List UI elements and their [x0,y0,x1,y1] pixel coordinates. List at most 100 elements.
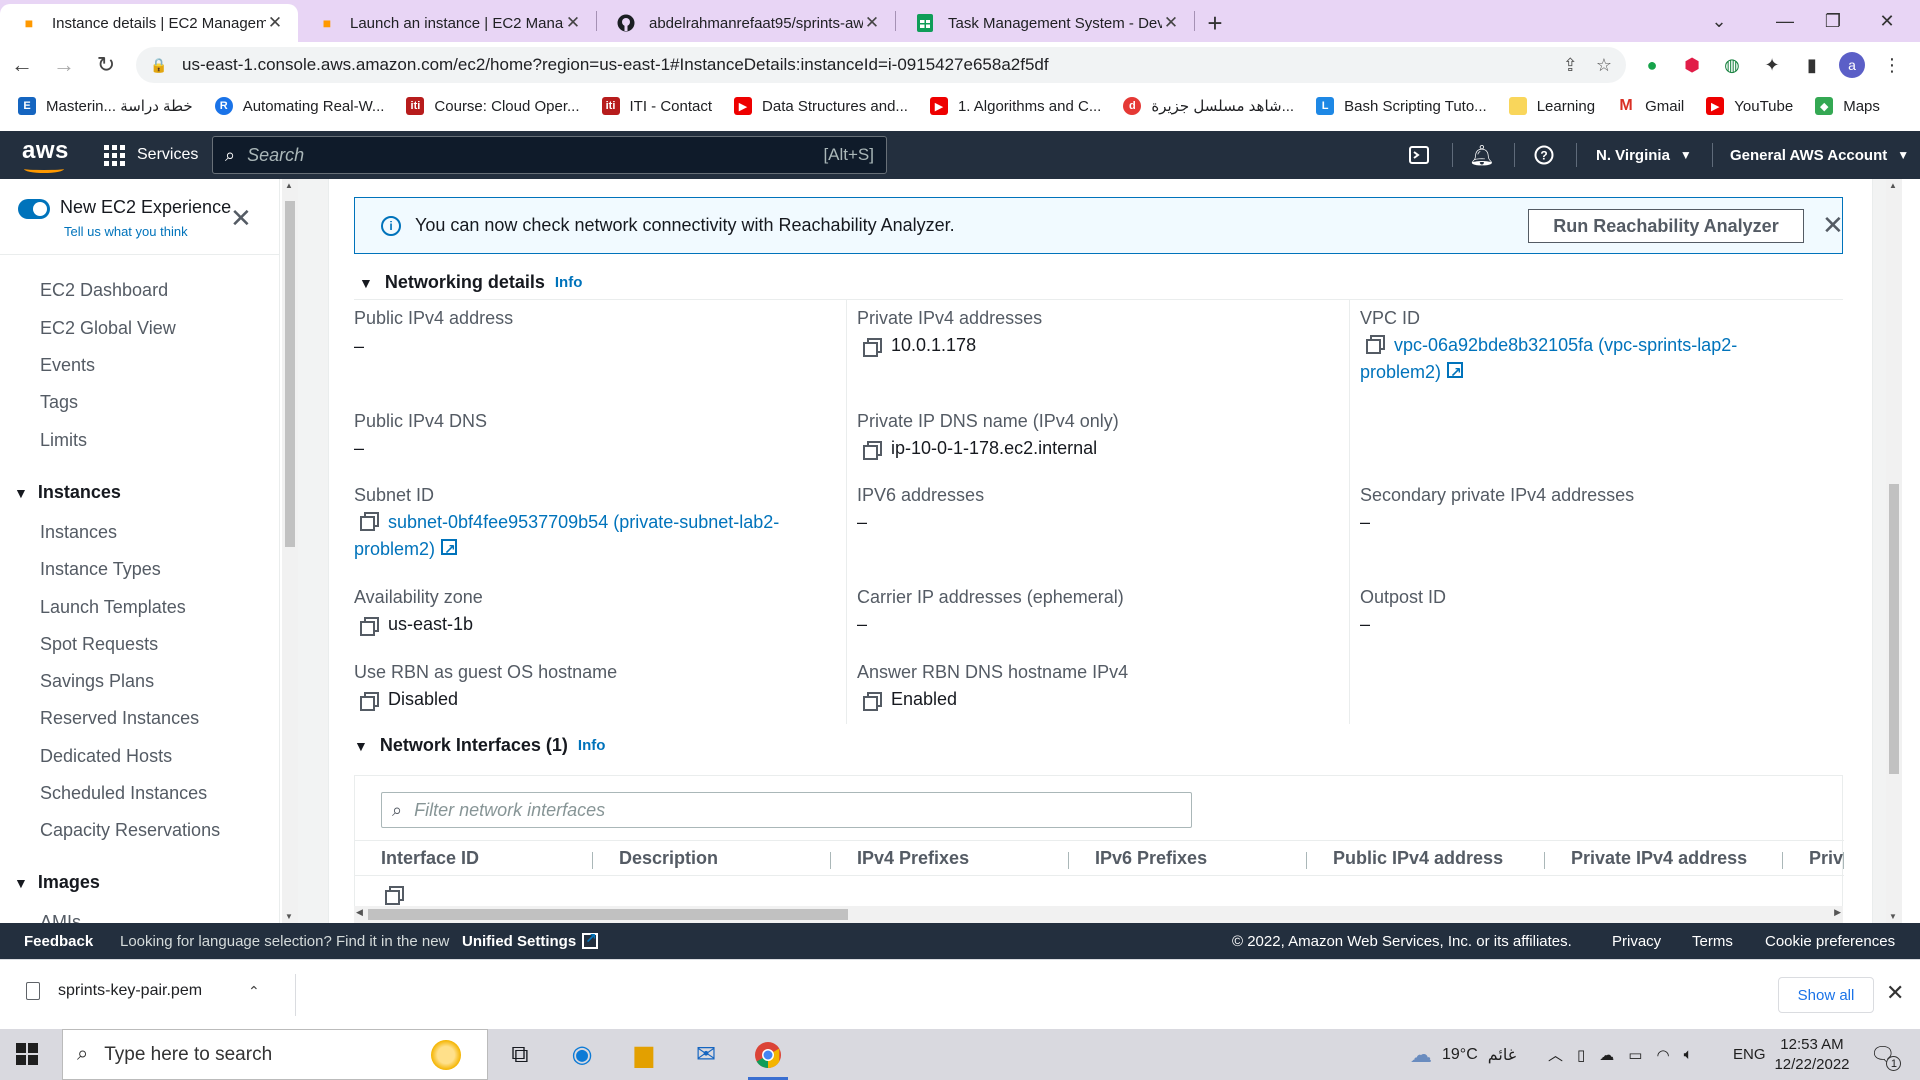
bookmark-item[interactable]: E Masterin... خطة دراسة [18,97,193,115]
copy-icon[interactable] [385,886,404,905]
address-bar[interactable]: 🔒 us-east-1.console.aws.amazon.com/ec2/h… [136,47,1626,83]
wifi-icon[interactable]: ◠ [1656,1046,1669,1064]
battery-icon[interactable]: ▭ [1628,1046,1642,1064]
chevron-up-icon[interactable]: ⌃ [248,983,260,1000]
sidebar-item-launch-templates[interactable]: Launch Templates [40,597,186,618]
bookmark-item[interactable]: L Bash Scripting Tuto... [1316,97,1487,115]
task-view-icon[interactable]: ⧉ [494,1029,546,1080]
sidebar-item-instance-types[interactable]: Instance Types [40,559,161,580]
windows-start-icon[interactable] [16,1043,38,1065]
sidebar-item-capacity-reservations[interactable]: Capacity Reservations [40,820,220,841]
networking-details-header[interactable]: ▼ Networking details Info [359,272,582,293]
reload-icon[interactable]: ↻ [86,47,126,83]
column-header[interactable]: Private IPv4 address [1545,848,1783,869]
privacy-link[interactable]: Privacy [1612,933,1661,950]
unified-settings-link[interactable]: Unified Settings [462,930,599,950]
forward-icon[interactable]: → [44,47,84,83]
sidebar-item-reserved-instances[interactable]: Reserved Instances [40,708,199,729]
bookmark-item[interactable]: ▶ Data Structures and... [734,97,908,115]
sidebar-item-amis[interactable]: AMIs [40,912,81,923]
sidebar-item-limits[interactable]: Limits [40,430,87,451]
notification-center-icon[interactable]: 🗨︎ 1 [1870,1029,1902,1080]
bookmark-folder[interactable]: Learning [1508,97,1595,115]
tab-search-icon[interactable]: ⌄ [1694,0,1744,42]
restore-icon[interactable]: ❐ [1808,0,1858,42]
side-panel-icon[interactable]: ▮ [1796,49,1828,81]
volume-icon[interactable]: 🔈︎ [1684,1046,1693,1063]
onedrive-icon[interactable]: ☁ [1599,1046,1614,1064]
bookmark-item[interactable]: d شاهد مسلسل جزيرة... [1123,97,1294,115]
sidebar-scroll-thumb[interactable] [285,201,295,547]
chevron-up-icon[interactable]: ︿ [1548,1044,1563,1065]
bookmark-item[interactable]: ◆ Maps [1815,97,1880,115]
info-link[interactable]: Info [578,737,606,754]
info-link[interactable]: Info [555,274,583,291]
browser-menu-icon[interactable]: ⋮ [1876,49,1908,81]
sidebar-scrollbar[interactable]: ▲ ▼ [282,179,298,923]
column-header[interactable]: Priva [1783,848,1844,869]
main-scrollbar[interactable]: ▲ ▼ [1886,179,1902,923]
back-icon[interactable]: ← [2,47,42,83]
lock-icon[interactable]: 🔒 [150,57,172,74]
services-menu[interactable]: Services [104,131,198,179]
sidebar-item-ec2-global-view[interactable]: EC2 Global View [40,318,176,339]
close-icon[interactable]: ✕ [1162,13,1180,33]
tab-github[interactable]: abdelrahmanrefaat95/sprints-aws ✕ [597,4,895,42]
network-interfaces-header[interactable]: ▼ Network Interfaces (1) Info [354,735,605,756]
grammarly-icon[interactable]: ● [1636,49,1668,81]
column-header[interactable]: Interface ID [355,848,593,869]
subnet-id-link[interactable]: subnet-0bf4fee9537709b54 (private-subnet… [354,509,779,563]
chrome-icon[interactable] [742,1029,794,1080]
edge-icon[interactable]: ◉ [556,1029,608,1080]
download-item[interactable]: sprints-key-pair.pem ⌃ [26,982,260,1000]
sidebar-item-instances[interactable]: Instances [40,522,117,543]
weather-widget[interactable]: ☁ 19°C غائم [1410,1029,1516,1080]
copy-icon[interactable] [360,512,379,531]
bookmark-item[interactable]: iti ITI - Contact [601,97,712,115]
minimize-icon[interactable]: — [1760,0,1810,42]
copy-icon[interactable] [1366,335,1385,354]
close-alert-icon[interactable]: ✕ [1822,210,1844,241]
region-selector[interactable]: N. Virginia ▼ [1596,131,1692,179]
close-shelf-icon[interactable]: ✕ [1886,980,1904,1006]
sidebar-section-images[interactable]: ▼ Images [14,872,100,893]
column-header[interactable]: IPv6 Prefixes [1069,848,1307,869]
tab-task-management[interactable]: Task Management System - DevOps ✕ [896,4,1194,42]
new-experience-toggle[interactable] [18,199,50,219]
profile-avatar[interactable]: a [1836,49,1868,81]
bookmark-item[interactable]: R Automating Real-W... [214,97,384,115]
sidebar-item-events[interactable]: Events [40,355,95,376]
show-all-button[interactable]: Show all [1778,977,1874,1013]
copy-icon[interactable] [863,337,882,357]
device-icon[interactable]: ▯ [1577,1046,1585,1064]
sidebar-section-instances[interactable]: ▼ Instances [14,482,121,503]
copy-icon[interactable] [360,616,379,636]
copy-icon[interactable] [863,691,882,711]
account-menu[interactable]: General AWS Account ▼ [1730,131,1909,179]
globe-extension-icon[interactable]: ◍ [1716,49,1748,81]
run-reachability-analyzer-button[interactable]: Run Reachability Analyzer [1528,209,1804,243]
close-sidebar-icon[interactable]: ✕ [230,203,252,234]
feedback-link[interactable]: Tell us what you think [64,224,231,239]
filter-network-interfaces-input[interactable]: ⌕ Filter network interfaces [381,792,1192,828]
window-close-icon[interactable]: ✕ [1862,0,1912,42]
sidebar-item-dedicated-hosts[interactable]: Dedicated Hosts [40,746,172,767]
column-header[interactable]: Public IPv4 address [1307,848,1545,869]
sidebar-item-savings-plans[interactable]: Savings Plans [40,671,154,692]
bookmark-item[interactable]: ▶ YouTube [1706,97,1793,115]
table-horizontal-scrollbar[interactable]: ◀ ▶ [354,906,1843,923]
column-header[interactable]: IPv4 Prefixes [831,848,1069,869]
aws-logo[interactable]: aws [22,137,69,173]
terms-link[interactable]: Terms [1692,933,1733,950]
taskbar-search-input[interactable]: ⌕ Type here to search [62,1029,488,1080]
main-scroll-thumb[interactable] [1889,484,1899,774]
help-icon[interactable]: ? [1520,131,1568,179]
close-icon[interactable]: ✕ [266,13,284,33]
feedback-link[interactable]: Feedback [24,933,93,950]
sidebar-item-scheduled-instances[interactable]: Scheduled Instances [40,783,207,804]
language-indicator[interactable]: ENG [1733,1029,1766,1080]
column-header[interactable]: Description [593,848,831,869]
sidebar-item-tags[interactable]: Tags [40,392,78,413]
new-tab-button[interactable]: + [1195,4,1235,42]
close-icon[interactable]: ✕ [863,13,881,33]
